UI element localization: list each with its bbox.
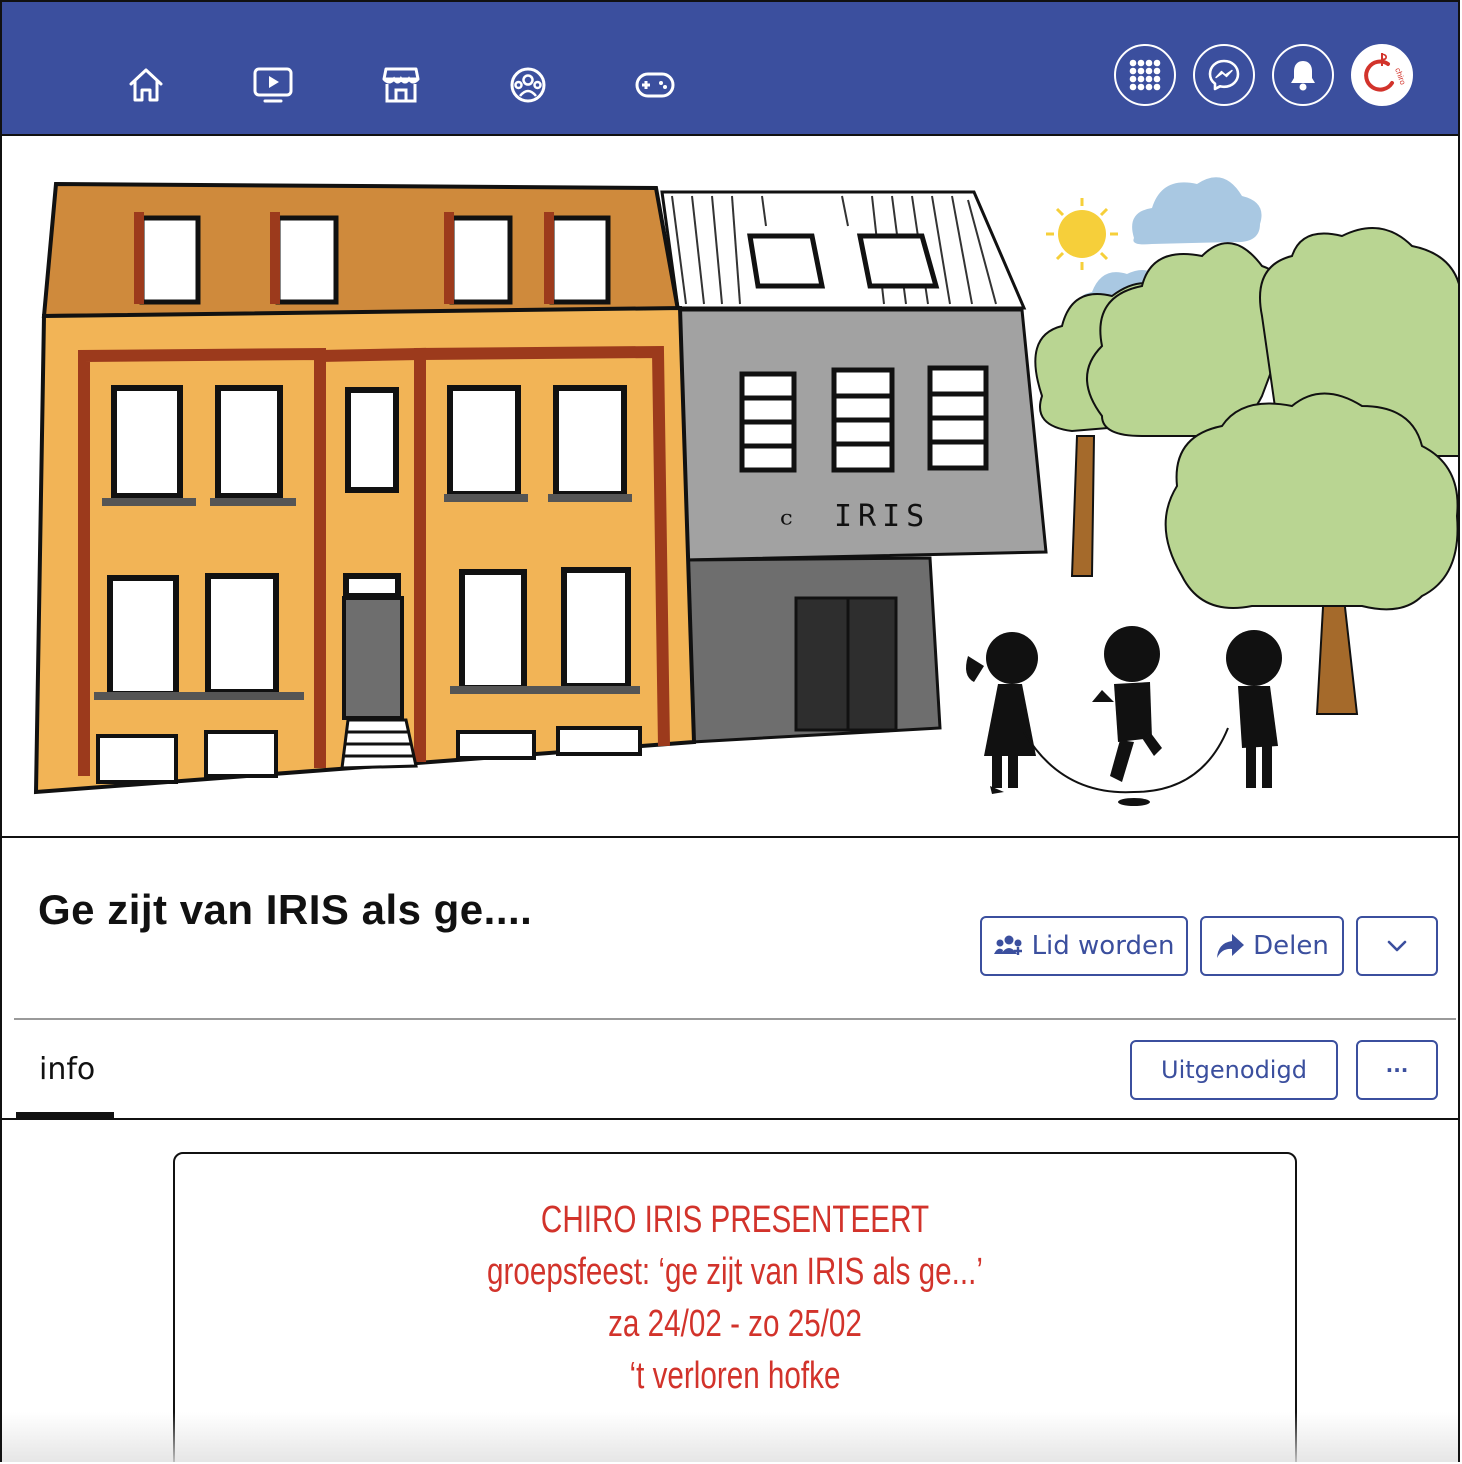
tabs-bottom-border <box>2 1118 1458 1120</box>
more-button[interactable]: ··· <box>1356 1040 1438 1100</box>
cover-illustration: ᶜ IRIS <box>33 177 1458 806</box>
post-line-2: groepsfeest: ‘ge zijt van IRIS als ge...… <box>487 1251 983 1293</box>
post-line-3: za 24/02 - zo 25/02 <box>608 1303 862 1345</box>
orange-building <box>33 181 697 795</box>
post-text: CHIRO IRIS PRESENTEERT groepsfeest: ‘ge … <box>175 1194 1295 1402</box>
chiro-mark: ᶜ <box>780 504 792 545</box>
more-icon: ··· <box>1385 1058 1409 1082</box>
join-group-label: Lid worden <box>1031 931 1175 961</box>
menu-grid-button[interactable] <box>1114 44 1176 106</box>
watch-icon[interactable] <box>250 62 296 108</box>
children-silhouettes <box>966 626 1282 806</box>
notifications-button[interactable] <box>1272 44 1334 106</box>
bell-icon <box>1291 61 1315 91</box>
invited-button[interactable]: Uitgenodigd <box>1130 1040 1338 1100</box>
menu-grid-icon <box>1129 59 1161 91</box>
messenger-button[interactable] <box>1193 44 1255 106</box>
home-icon[interactable] <box>123 62 169 108</box>
header-divider <box>14 1018 1456 1020</box>
top-navigation-bar: chiro <box>2 2 1458 136</box>
chiro-logo-icon: chiro <box>1364 53 1408 92</box>
marketplace-icon[interactable] <box>378 62 424 108</box>
invited-label: Uitgenodigd <box>1161 1056 1307 1084</box>
more-options-dropdown[interactable] <box>1356 916 1438 976</box>
app-frame: chiro ᶜ IRIS Ge zijt van IRIS als ge....… <box>0 0 1460 1462</box>
cloud-icon <box>1132 177 1262 245</box>
chevron-down-icon <box>1387 940 1407 952</box>
share-button[interactable]: Delen <box>1200 916 1344 976</box>
sun-icon <box>1046 198 1118 270</box>
share-icon <box>1217 934 1245 958</box>
chiro-avatar[interactable]: chiro <box>1351 44 1413 106</box>
gaming-icon[interactable] <box>632 62 678 108</box>
group-title: Ge zijt van IRIS als ge.... <box>38 886 533 933</box>
join-group-icon <box>993 935 1022 955</box>
building-sign: IRIS <box>834 499 930 534</box>
tab-info-label: info <box>39 1052 96 1087</box>
groups-icon[interactable] <box>505 62 551 108</box>
svg-text:chiro: chiro <box>1393 67 1408 87</box>
share-label: Delen <box>1253 931 1329 961</box>
tab-info[interactable]: info <box>16 1038 114 1118</box>
cover-photo: ᶜ IRIS <box>2 136 1458 838</box>
post-card: CHIRO IRIS PRESENTEERT groepsfeest: ‘ge … <box>173 1152 1297 1462</box>
post-line-4: ‘t verloren hofke <box>629 1355 841 1397</box>
messenger-icon <box>1208 59 1240 91</box>
post-line-1: CHIRO IRIS PRESENTEERT <box>540 1199 930 1241</box>
join-group-button[interactable]: Lid worden <box>980 916 1188 976</box>
